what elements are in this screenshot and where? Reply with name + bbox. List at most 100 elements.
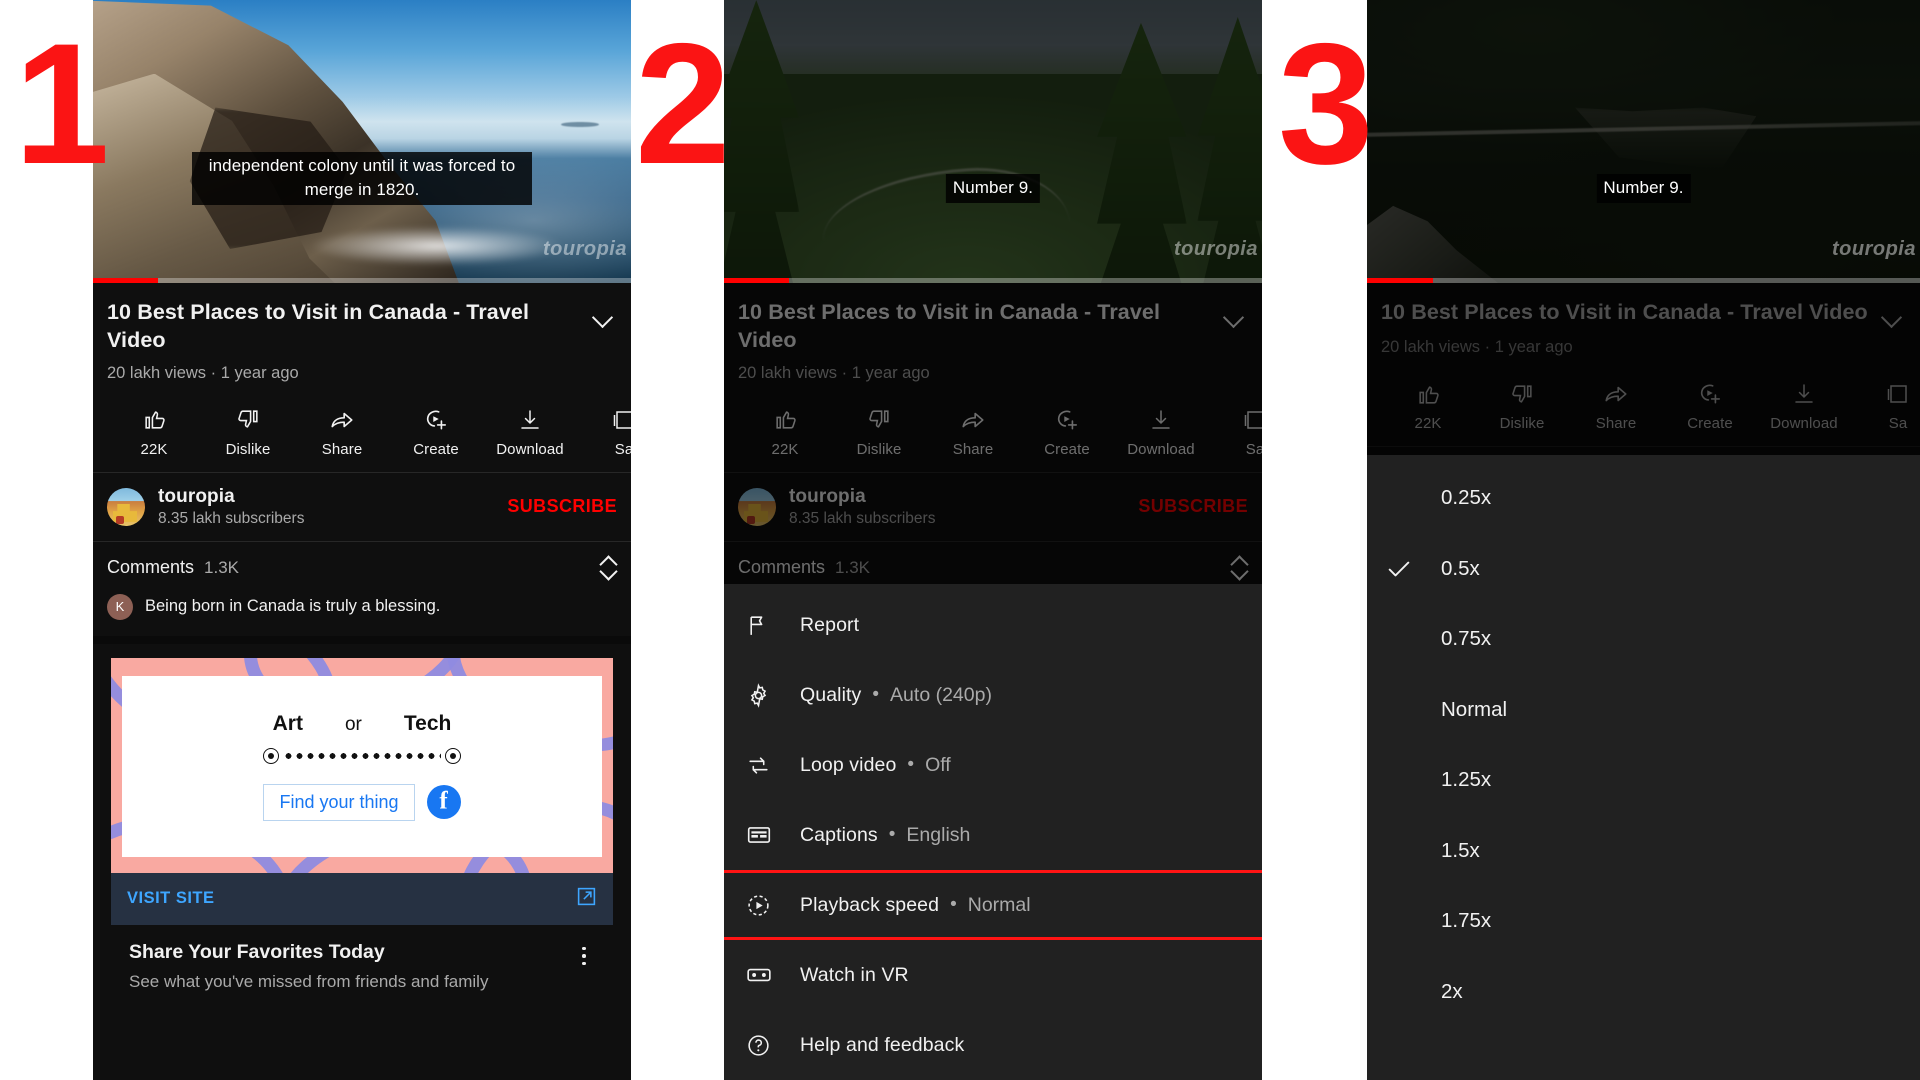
- action-download-label: Download: [1770, 415, 1838, 432]
- speed-option-2x[interactable]: 2x: [1367, 957, 1920, 1028]
- video-caption: Number 9.: [945, 174, 1041, 203]
- video-progress-bar[interactable]: [93, 278, 631, 283]
- avatar: [738, 487, 776, 526]
- more-options-icon[interactable]: [573, 941, 595, 966]
- ad-slider[interactable]: [263, 747, 461, 764]
- menu-label: Watch in VR: [800, 963, 909, 986]
- slider-knob-left[interactable]: [263, 747, 279, 764]
- speed-option-1.75x[interactable]: 1.75x: [1367, 886, 1920, 957]
- ad-word-left: Art: [272, 711, 303, 735]
- video-player-3[interactable]: Number 9. touropia: [1367, 0, 1920, 283]
- menu-item-report[interactable]: Report: [724, 590, 1262, 660]
- action-share[interactable]: Share: [926, 405, 1020, 458]
- action-save-label: Sa: [1888, 415, 1908, 432]
- share-arrow-icon: [295, 405, 389, 435]
- video-player-1[interactable]: independent colony until it was forced t…: [93, 0, 631, 283]
- action-share-label: Share: [952, 440, 994, 458]
- chevron-down-icon[interactable]: [591, 303, 617, 329]
- channel-subscribers: 8.35 lakh subscribers: [158, 509, 305, 527]
- action-like-label: 22K: [140, 440, 168, 458]
- action-dislike[interactable]: Dislike: [1475, 379, 1569, 432]
- speed-label: 0.75x: [1441, 627, 1492, 651]
- chevron-down-icon[interactable]: [1222, 303, 1248, 329]
- comments-heading: Comments: [738, 557, 826, 578]
- subscribe-button[interactable]: SUBSCRIBE: [1138, 496, 1248, 517]
- action-save[interactable]: Sa: [577, 405, 631, 458]
- ad-title: Share Your Favorites Today: [129, 940, 385, 963]
- menu-value: English: [906, 823, 971, 846]
- speed-option-normal[interactable]: Normal: [1367, 675, 1920, 746]
- menu-item-help-and-feedback[interactable]: Help and feedback: [724, 1010, 1262, 1080]
- speed-option-1.25x[interactable]: 1.25x: [1367, 745, 1920, 816]
- action-download[interactable]: Download: [1114, 405, 1208, 458]
- action-download[interactable]: Download: [483, 405, 577, 458]
- ad-visit-site-bar[interactable]: VISIT SITE: [111, 872, 613, 925]
- menu-label: Quality: [800, 683, 862, 706]
- channel-subscribers: 8.35 lakh subscribers: [789, 509, 936, 527]
- action-like[interactable]: 22K: [1381, 379, 1475, 432]
- menu-item-playback-speed[interactable]: Playback speed • Normal: [724, 870, 1262, 940]
- action-share[interactable]: Share: [1569, 379, 1663, 432]
- action-dislike[interactable]: Dislike: [832, 405, 926, 458]
- create-clip-icon: [1020, 405, 1114, 435]
- save-icon: [1208, 405, 1262, 435]
- step-number-3: 3: [1278, 8, 1374, 200]
- menu-item-quality[interactable]: Quality • Auto (240p): [724, 660, 1262, 730]
- menu-item-loop-video[interactable]: Loop video • Off: [724, 730, 1262, 800]
- speed-label: 1.25x: [1441, 768, 1492, 792]
- speed-option-0.5x[interactable]: 0.5x: [1367, 534, 1920, 605]
- action-create[interactable]: Create: [1663, 379, 1757, 432]
- action-like[interactable]: 22K: [738, 405, 832, 458]
- slider-knob-right[interactable]: [445, 747, 461, 764]
- action-like-label: 22K: [771, 440, 799, 458]
- menu-label: Captions: [800, 823, 878, 846]
- channel-row[interactable]: touropia 8.35 lakh subscribers SUBSCRIBE: [724, 473, 1262, 541]
- video-title: 10 Best Places to Visit in Canada - Trav…: [107, 300, 530, 352]
- captions-icon: [746, 822, 800, 848]
- sort-comments-icon[interactable]: [1230, 556, 1248, 580]
- comment-item[interactable]: K Being born in Canada is truly a blessi…: [107, 593, 617, 620]
- thumbs-down-icon: [201, 405, 295, 435]
- dimmed-page-content-2: 10 Best Places to Visit in Canada - Trav…: [724, 283, 1262, 636]
- action-create[interactable]: Create: [1020, 405, 1114, 458]
- video-player-2[interactable]: Number 9. touropia: [724, 0, 1262, 283]
- speed-option-1.5x[interactable]: 1.5x: [1367, 816, 1920, 887]
- action-bar-1: 22K Dislike Share Create Download Sa: [93, 389, 631, 472]
- ad-card[interactable]: Art or Tech Find your thing f VISIT SITE…: [93, 644, 631, 992]
- menu-item-watch-in-vr[interactable]: Watch in VR: [724, 940, 1262, 1010]
- action-share[interactable]: Share: [295, 405, 389, 458]
- playback-speed-options[interactable]: 0.25x 0.5x 0.75x Normal 1.25x 1.5x 1.75x…: [1367, 455, 1920, 1080]
- subscribe-button[interactable]: SUBSCRIBE: [507, 496, 617, 517]
- share-arrow-icon: [926, 405, 1020, 435]
- flag-icon: [746, 613, 800, 638]
- options-bottom-sheet[interactable]: Report Quality • Auto (240p) Loop video …: [724, 584, 1262, 1080]
- comments-section[interactable]: Comments 1.3K K Being born in Canada is …: [93, 542, 631, 636]
- speed-option-0.25x[interactable]: 0.25x: [1367, 463, 1920, 534]
- channel-watermark: touropia: [543, 238, 627, 260]
- channel-row[interactable]: touropia 8.35 lakh subscribers SUBSCRIBE: [93, 473, 631, 541]
- save-icon: [577, 405, 631, 435]
- video-title: 10 Best Places to Visit in Canada - Trav…: [1381, 300, 1868, 324]
- avatar: [107, 487, 145, 526]
- panel-3-playback-speed-list: Number 9. touropia 10 Best Places to Vis…: [1367, 0, 1920, 1080]
- playback-speed-icon: [746, 893, 800, 918]
- loop-icon: [746, 753, 800, 778]
- video-stats: 20 lakh views · 1 year ago: [1381, 338, 1573, 356]
- action-create-label: Create: [413, 440, 459, 458]
- thumbs-up-icon: [738, 405, 832, 435]
- speed-option-0.75x[interactable]: 0.75x: [1367, 604, 1920, 675]
- chevron-down-icon[interactable]: [1880, 303, 1906, 329]
- menu-separator-dot: •: [950, 894, 957, 915]
- find-your-thing-button[interactable]: Find your thing: [263, 783, 415, 821]
- menu-item-captions[interactable]: Captions • English: [724, 800, 1262, 870]
- video-stats: 20 lakh views · 1 year ago: [738, 363, 930, 382]
- action-save[interactable]: Sa: [1208, 405, 1262, 458]
- step-number-1: 1: [14, 8, 110, 200]
- sort-comments-icon[interactable]: [599, 556, 617, 580]
- action-like[interactable]: 22K: [107, 405, 201, 458]
- action-create[interactable]: Create: [389, 405, 483, 458]
- action-dislike-label: Dislike: [856, 440, 902, 458]
- action-download[interactable]: Download: [1757, 379, 1851, 432]
- action-dislike[interactable]: Dislike: [201, 405, 295, 458]
- action-save[interactable]: Sa: [1851, 379, 1920, 432]
